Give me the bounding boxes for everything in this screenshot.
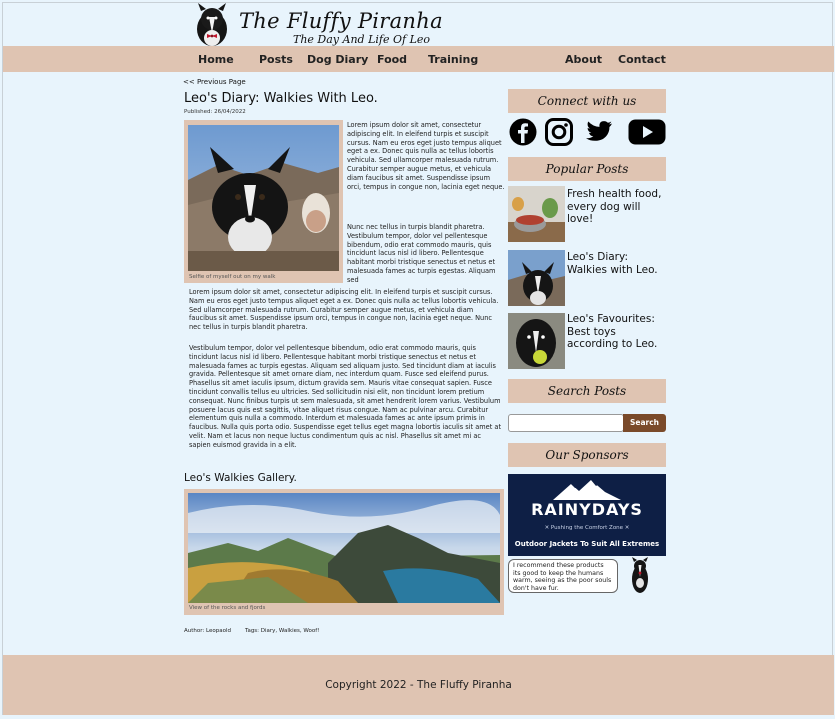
site-title[interactable]: The Fluffy Piranha xyxy=(239,9,443,33)
popular-post-3-thumbnail[interactable] xyxy=(508,313,565,369)
nav-posts[interactable]: Posts xyxy=(259,53,293,66)
page: The Fluffy Piranha The Day And Life Of L… xyxy=(2,2,834,715)
post-author: Author: Leopaold xyxy=(184,628,231,634)
post-paragraph-2: Nunc nec tellus in turpis blandit pharet… xyxy=(347,223,496,284)
recommendation-speech-bubble: I recommend these products its good to k… xyxy=(508,559,618,593)
nav-dog-diary[interactable]: Dog Diary xyxy=(307,53,368,66)
gallery-frame: View of the rocks and fjords xyxy=(184,489,504,615)
nav-about[interactable]: About xyxy=(565,53,602,66)
twitter-icon[interactable] xyxy=(584,117,614,147)
gallery-title: Leo's Walkies Gallery. xyxy=(184,472,297,484)
gallery-caption: View of the rocks and fjords xyxy=(189,605,266,611)
dog-selfie-image xyxy=(188,125,339,271)
post-photo-frame: Selfie of myself out on my walk xyxy=(184,120,343,283)
sponsor-cta: Outdoor Jackets To Suit All Extremes xyxy=(514,540,660,548)
sponsor-banner[interactable]: RAINYDAYS ✕ Pushing the Comfort Zone ✕ O… xyxy=(508,474,666,556)
post-title: Leo's Diary: Walkies With Leo. xyxy=(184,91,378,106)
popular-post-2-title[interactable]: Leo's Diary: Walkies with Leo. xyxy=(567,251,667,276)
mountain-logo-icon xyxy=(553,480,621,500)
popular-post-2-thumbnail[interactable] xyxy=(508,250,565,306)
connect-heading: Connect with us xyxy=(508,89,666,113)
photo-caption: Selfie of myself out on my walk xyxy=(189,274,276,280)
published-date: Published: 26/04/2022 xyxy=(184,109,246,115)
youtube-icon[interactable] xyxy=(628,117,666,147)
post-tags[interactable]: Tags: Diary, Walkies, Woof! xyxy=(245,628,319,634)
popular-posts-heading: Popular Posts xyxy=(508,157,666,181)
main-nav: Home Posts Dog Diary Food Training About… xyxy=(3,46,834,72)
instagram-icon[interactable] xyxy=(544,117,574,147)
dog-logo-icon[interactable] xyxy=(193,3,231,47)
fjord-landscape-image[interactable] xyxy=(188,493,500,603)
popular-post-1-title[interactable]: Fresh health food, every dog will love! xyxy=(567,188,667,226)
post-paragraph-4: Vestibulum tempor, dolor vel pellentesqu… xyxy=(189,344,502,449)
copyright-text: Copyright 2022 - The Fluffy Piranha xyxy=(325,679,512,691)
site-footer: Copyright 2022 - The Fluffy Piranha xyxy=(3,655,834,715)
facebook-icon[interactable] xyxy=(508,117,538,147)
dog-mascot-icon xyxy=(632,557,648,593)
sponsors-heading: Our Sponsors xyxy=(508,443,666,467)
site-subtitle: The Day And Life Of Leo xyxy=(293,33,431,46)
nav-contact[interactable]: Contact xyxy=(618,53,666,66)
popular-post-3-title[interactable]: Leo's Favourites: Best toys according to… xyxy=(567,313,667,351)
popular-post-1-thumbnail[interactable] xyxy=(508,186,565,242)
sponsor-tagline: ✕ Pushing the Comfort Zone ✕ xyxy=(544,525,630,531)
post-paragraph-1: Lorem ipsum dolor sit amet, consectetur … xyxy=(347,121,505,191)
search-posts-heading: Search Posts xyxy=(508,379,666,403)
post-paragraph-3: Lorem ipsum dolor sit amet, consectetur … xyxy=(189,288,499,332)
site-header: The Fluffy Piranha The Day And Life Of L… xyxy=(3,3,834,46)
previous-page-link[interactable]: << Previous Page xyxy=(183,78,246,86)
search-button[interactable]: Search xyxy=(623,414,666,432)
nav-food[interactable]: Food xyxy=(377,53,407,66)
nav-home[interactable]: Home xyxy=(198,53,234,66)
nav-training[interactable]: Training xyxy=(428,53,478,66)
sponsor-name: RAINYDAYS xyxy=(531,500,643,519)
search-input[interactable] xyxy=(508,414,624,432)
